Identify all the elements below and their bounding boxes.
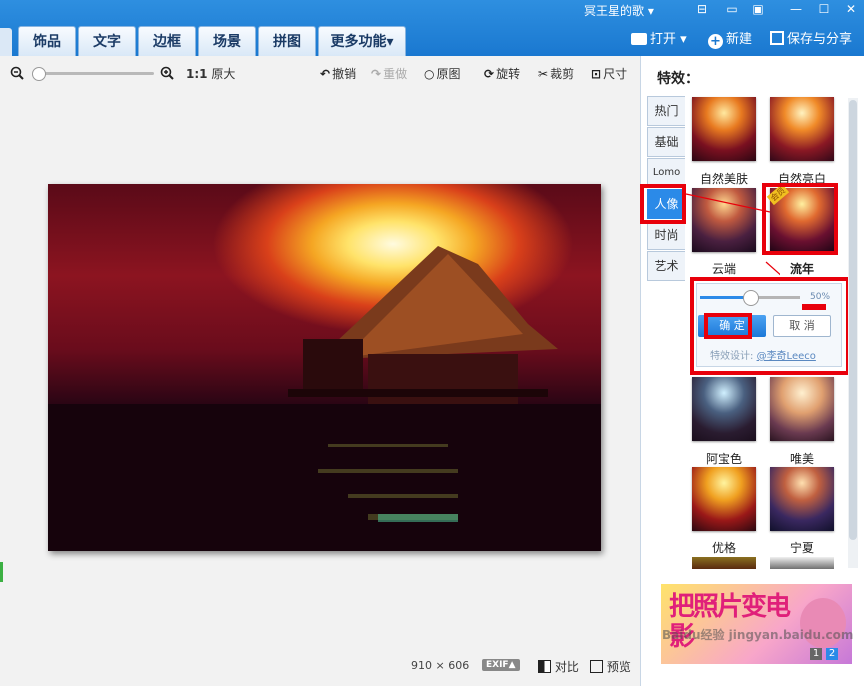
designer-link[interactable]: @李奇Leeco (757, 351, 816, 362)
effect-thumb-natural-white[interactable] (770, 97, 834, 161)
strength-value: 50% (810, 292, 831, 302)
photo-canvas[interactable] (48, 184, 601, 551)
effect-thumb-natural-skin[interactable] (692, 97, 756, 161)
ad-page-2[interactable]: 2 (826, 648, 838, 660)
effect-label: 优格 (711, 541, 736, 555)
actual-size-button[interactable]: 1:1 原大 (186, 66, 235, 82)
effect-label: 阿宝色 (705, 452, 742, 466)
effect-thumb-youge[interactable] (692, 467, 756, 531)
rotate-button[interactable]: ⟳ 旋转 (484, 66, 520, 82)
ad-text: 把照片变电影 (669, 592, 791, 652)
effect-thumb-ningxia[interactable] (770, 467, 834, 531)
effect-thumb-partial[interactable] (770, 557, 834, 569)
effect-label: 唯美 (789, 452, 814, 466)
panel-title: 特效： (657, 71, 699, 87)
effect-thumb-partial[interactable] (692, 557, 756, 569)
menu-icon[interactable]: ▣ (750, 2, 766, 16)
size-button[interactable]: ⊡ 尺寸 (591, 66, 627, 82)
message-icon[interactable]: ▭ (724, 2, 740, 16)
zoom-slider-track[interactable] (36, 72, 154, 75)
ad-banner[interactable]: 把照片变电影 1 2 (661, 584, 852, 664)
highlight-confirm (704, 313, 752, 339)
redo-button[interactable]: ↷ 重做 (371, 66, 407, 82)
tab-accessories[interactable]: 饰品 (18, 26, 76, 56)
photo-scene (48, 246, 601, 551)
rotate-icon: ⟳ (484, 67, 495, 81)
scissors-icon: ✂ (538, 67, 549, 81)
open-button[interactable]: 打开 ▾ (631, 30, 687, 50)
undo-icon: ↶ (320, 67, 331, 81)
effect-thumb-abao[interactable] (692, 377, 756, 441)
zoom-slider-handle[interactable] (32, 67, 46, 81)
exif-button[interactable]: EXIF▲ (482, 659, 520, 671)
tab-collage[interactable]: 拼图 (258, 26, 316, 56)
scrollbar-thumb[interactable] (849, 100, 857, 540)
preview-button[interactable]: 预览 (590, 658, 631, 675)
zoom-in-icon[interactable] (160, 66, 174, 80)
designer-credit: 特效设计: @李奇Leeco (710, 351, 816, 362)
ad-page-1[interactable]: 1 (810, 648, 822, 660)
watermark: Baidu经验 jingyan.baidu.com (662, 628, 854, 642)
compare-button[interactable]: 对比 (538, 658, 579, 675)
circle-icon: ○ (424, 67, 435, 81)
category-basic[interactable]: 基础 (647, 127, 685, 157)
close-button[interactable]: ✕ (843, 2, 859, 16)
cancel-button[interactable]: 取 消 (773, 315, 831, 337)
image-dimensions: 910 × 606 (411, 659, 470, 672)
effect-label: 自然美肤 (699, 172, 748, 186)
username[interactable]: 冥王星的歌 ▾ (584, 2, 654, 19)
effect-label: 宁夏 (789, 541, 814, 555)
new-button[interactable]: + 新建 (708, 30, 752, 50)
skin-icon[interactable]: ⊟ (694, 2, 710, 16)
minimize-button[interactable]: — (788, 2, 804, 16)
tab-text[interactable]: 文字 (78, 26, 136, 56)
tab-partial[interactable] (0, 28, 12, 56)
redo-icon: ↷ (371, 67, 382, 81)
plus-icon: + (708, 34, 723, 49)
undo-button[interactable]: ↶ 撤销 (320, 66, 356, 82)
highlight-value-mark (802, 304, 826, 310)
tab-border[interactable]: 边框 (138, 26, 196, 56)
category-hot[interactable]: 热门 (647, 96, 685, 126)
preview-icon (590, 660, 603, 673)
compare-icon (538, 660, 551, 673)
side-indicator (0, 562, 3, 582)
strength-slider-handle[interactable] (743, 290, 759, 306)
maximize-button[interactable]: ☐ (816, 2, 832, 16)
original-button[interactable]: ○ 原图 (424, 66, 461, 82)
crop-button[interactable]: ✂ 裁剪 (538, 66, 574, 82)
save-icon (770, 31, 784, 45)
effect-thumb-weimei[interactable] (770, 377, 834, 441)
tab-more[interactable]: 更多功能▾ (318, 26, 406, 56)
resize-icon: ⊡ (591, 67, 602, 81)
tab-scene[interactable]: 场景 (198, 26, 256, 56)
zoom-out-icon[interactable] (10, 66, 24, 80)
save-share-button[interactable]: 保存与分享 (770, 30, 852, 50)
folder-icon (631, 33, 647, 45)
